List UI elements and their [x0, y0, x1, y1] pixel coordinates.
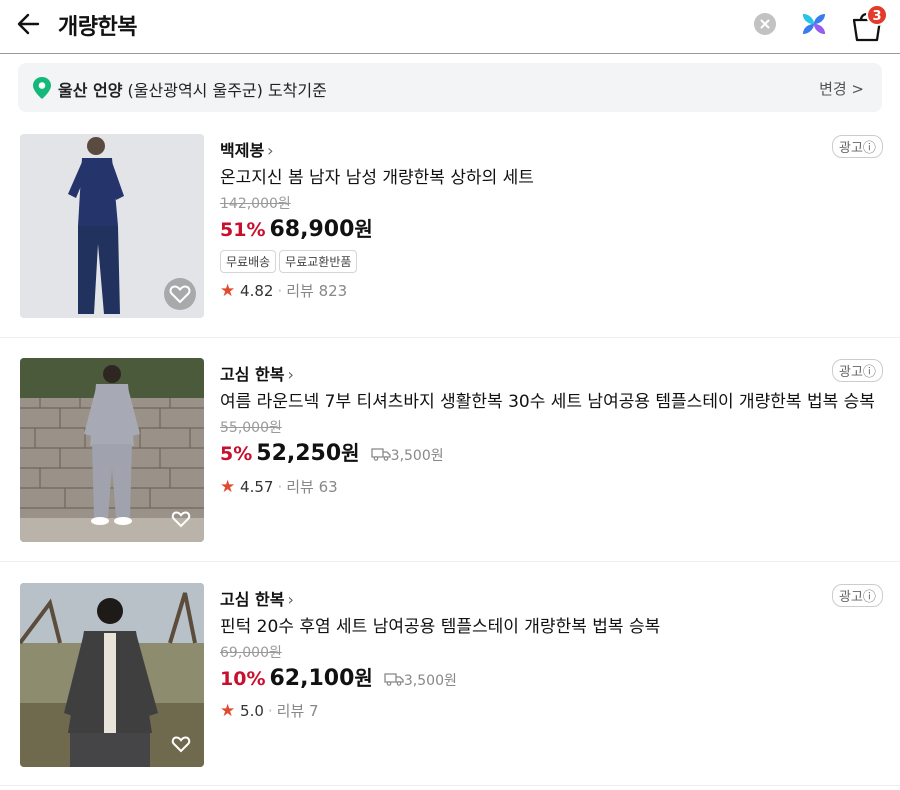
- store-name: 고심 한복: [220, 590, 285, 609]
- star-icon: ★: [220, 701, 236, 721]
- separator-dot: ·: [277, 282, 283, 300]
- back-button[interactable]: [14, 9, 50, 39]
- product-item[interactable]: 고심 한복 › 광고ⓘ 핀턱 20수 후염 세트 남여공용 템플스테이 개량한복 …: [0, 562, 900, 786]
- rating-row: ★ 4.82 · 리뷰 823: [220, 280, 347, 301]
- original-price: 55,000원: [220, 420, 282, 436]
- price-row: 51% 68,900원: [220, 213, 373, 242]
- heart-icon: [171, 736, 191, 753]
- delivery-truck-icon: [371, 448, 391, 461]
- star-icon: ★: [220, 477, 236, 497]
- delivery-location-bar[interactable]: 울산 언양 (울산광역시 울주군) 도착기준 변경 >: [18, 63, 882, 112]
- product-name[interactable]: 여름 라운드넥 7부 티셔츠바지 생활한복 30수 세트 남여공용 템플스테이 …: [220, 387, 875, 412]
- product-item[interactable]: 고심 한복 › 광고ⓘ 여름 라운드넥 7부 티셔츠바지 생활한복 30수 세트 …: [0, 338, 900, 562]
- location-region: 울산 언양: [58, 81, 123, 100]
- discount-rate: 5%: [220, 443, 253, 465]
- store-name-link[interactable]: 백제봉 ›: [220, 137, 274, 161]
- review-count: 리뷰 63: [286, 478, 338, 496]
- delivery-truck-icon: [384, 673, 404, 686]
- currency-unit: 원: [354, 666, 373, 690]
- currency-unit: 원: [341, 441, 360, 465]
- favorite-button[interactable]: [164, 278, 196, 310]
- product-name[interactable]: 핀턱 20수 후염 세트 남여공용 템플스테이 개량한복 법복 승복: [220, 612, 660, 637]
- arrow-left-icon: [17, 13, 40, 35]
- chevron-right-icon: ›: [287, 365, 294, 384]
- change-location-button[interactable]: 변경 >: [819, 78, 864, 99]
- location-pin-icon: [33, 77, 51, 99]
- discount-rate: 51%: [220, 219, 266, 241]
- product-image[interactable]: [20, 134, 204, 318]
- page-title: 개량한복: [58, 15, 137, 40]
- product-image[interactable]: [20, 358, 204, 542]
- shipping-fee-text: 3,500원: [403, 673, 457, 689]
- favorite-button[interactable]: [168, 506, 194, 532]
- clear-circle-icon: [760, 19, 770, 29]
- favorite-button[interactable]: [168, 731, 194, 757]
- rating-score: 5.0: [240, 702, 264, 720]
- price-row: 5% 52,250원 3,500원: [220, 437, 444, 466]
- currency-unit: 원: [354, 217, 373, 241]
- store-name: 고심 한복: [220, 365, 285, 384]
- product-name[interactable]: 온고지신 봄 남자 남성 개량한복 상하의 세트: [220, 163, 534, 188]
- location-text: 울산 언양 (울산광역시 울주군) 도착기준: [58, 77, 327, 101]
- ai-assistant-button[interactable]: [799, 9, 829, 39]
- product-item[interactable]: 백제봉 › 광고ⓘ 온고지신 봄 남자 남성 개량한복 상하의 세트 142,00…: [0, 120, 900, 338]
- store-name-link[interactable]: 고심 한복 ›: [220, 586, 294, 610]
- cart-count-badge: 3: [866, 4, 888, 26]
- review-count: 리뷰 823: [286, 282, 348, 300]
- clear-search-button[interactable]: [754, 13, 776, 35]
- chevron-right-icon: ›: [287, 590, 294, 609]
- heart-icon: [169, 285, 191, 304]
- benefit-tags: 무료배송 무료교환반품: [220, 250, 360, 273]
- separator-dot: ·: [267, 702, 273, 720]
- price-row: 10% 62,100원 3,500원: [220, 662, 457, 691]
- sale-price: 68,900: [269, 217, 355, 242]
- tag-free-shipping: 무료배송: [220, 250, 277, 273]
- shipping-fee: 3,500원: [384, 673, 457, 689]
- ad-badge[interactable]: 광고ⓘ: [832, 584, 883, 607]
- location-detail: (울산광역시 울주군) 도착기준: [127, 81, 327, 100]
- top-app-bar: 개량한복 3: [0, 0, 900, 54]
- discount-rate: 10%: [220, 668, 266, 690]
- store-name-link[interactable]: 고심 한복 ›: [220, 361, 294, 385]
- ai-sparkle-icon: [803, 14, 825, 34]
- shipping-fee-text: 3,500원: [390, 448, 444, 464]
- sale-price: 52,250: [256, 441, 342, 466]
- review-count: 리뷰 7: [276, 702, 319, 720]
- tag-free-return: 무료교환반품: [279, 250, 358, 273]
- sale-price: 62,100: [269, 666, 355, 691]
- original-price: 69,000원: [220, 645, 282, 661]
- rating-row: ★ 4.57 · 리뷰 63: [220, 476, 338, 497]
- chevron-right-icon: ›: [267, 141, 274, 160]
- ad-badge[interactable]: 광고ⓘ: [832, 135, 883, 158]
- separator-dot: ·: [277, 478, 283, 496]
- star-icon: ★: [220, 281, 236, 301]
- store-name: 백제봉: [220, 141, 265, 160]
- ad-badge[interactable]: 광고ⓘ: [832, 359, 883, 382]
- rating-score: 4.57: [240, 478, 274, 496]
- shipping-fee: 3,500원: [371, 448, 444, 464]
- rating-row: ★ 5.0 · 리뷰 7: [220, 700, 319, 721]
- original-price: 142,000원: [220, 196, 291, 212]
- product-image[interactable]: [20, 583, 204, 767]
- rating-score: 4.82: [240, 282, 274, 300]
- heart-icon: [171, 511, 191, 528]
